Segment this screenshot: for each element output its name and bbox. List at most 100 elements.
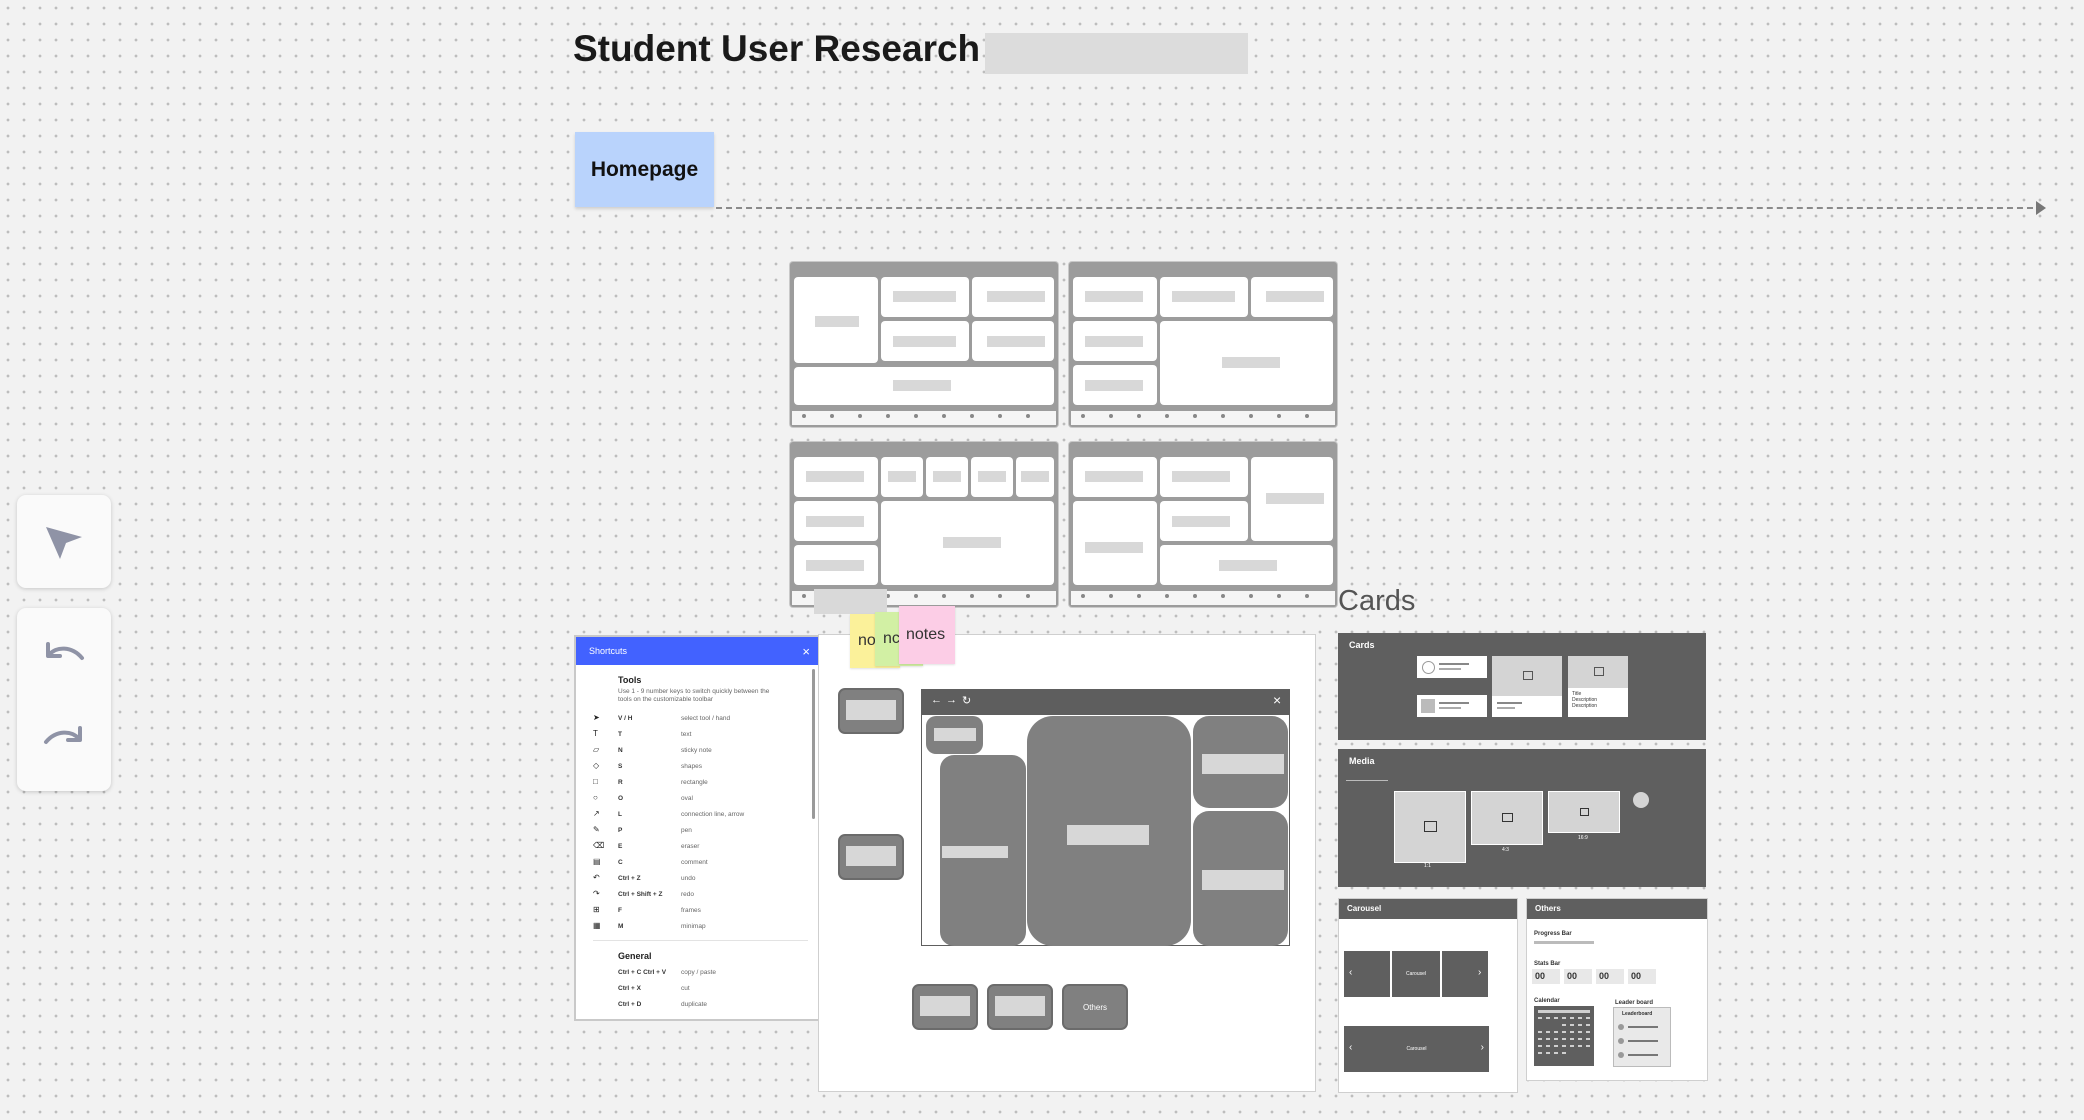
- carousel-panel-title: Carousel: [1339, 899, 1517, 919]
- card-horizontal[interactable]: [1417, 695, 1487, 717]
- forward-icon[interactable]: →: [946, 694, 957, 706]
- stats-value: 00: [1532, 969, 1560, 984]
- wireframe-button[interactable]: [912, 984, 978, 1030]
- shortcut-keys: F: [618, 906, 622, 914]
- shortcut-keys: M: [618, 922, 624, 930]
- shortcut-description: pen: [681, 826, 692, 834]
- tools-description: Use 1 - 9 number keys to switch quickly …: [618, 688, 770, 703]
- shortcut-row: ➤ V / H select tool / hand: [593, 710, 818, 726]
- homepage-frame-label[interactable]: Homepage: [575, 132, 714, 207]
- others-button[interactable]: Others: [1062, 984, 1128, 1030]
- undo-icon[interactable]: [17, 636, 111, 680]
- shortcut-description: sticky note: [681, 746, 712, 754]
- wireframe-block[interactable]: [1027, 716, 1191, 946]
- scrollbar[interactable]: [812, 669, 815, 819]
- shortcut-row: Ctrl + D duplicate: [593, 996, 818, 1012]
- shortcut-row: ⌫ Eeraser: [593, 838, 818, 854]
- chevron-right-icon[interactable]: ›: [1481, 1042, 1484, 1053]
- stats-bar: 00 00 00 00: [1532, 969, 1662, 985]
- shortcut-row: Ctrl + C Ctrl + V copy / paste: [593, 964, 818, 980]
- shortcut-description: oval: [681, 794, 693, 802]
- chevron-left-icon[interactable]: ‹: [1349, 1042, 1352, 1053]
- media-image-16-9[interactable]: [1548, 791, 1620, 833]
- cards-panel-title: Cards: [1349, 640, 1375, 650]
- shortcut-description: redo: [681, 890, 695, 898]
- wireframe-button[interactable]: [987, 984, 1053, 1030]
- progress-bar: [1534, 941, 1594, 944]
- shortcut-tool-icon: ↷: [593, 889, 600, 898]
- select-arrow-icon[interactable]: [17, 515, 111, 567]
- carousel-slide[interactable]: Carousel: [1392, 951, 1440, 997]
- shortcut-keys: Ctrl + Shift + Z: [618, 890, 663, 898]
- shortcut-description: shapes: [681, 762, 702, 770]
- wireframe-button[interactable]: [838, 688, 904, 734]
- media-ratio-label: 1:1: [1424, 863, 1431, 869]
- shortcut-keys: Ctrl + D: [618, 1000, 642, 1008]
- wireframe-block[interactable]: [1193, 716, 1288, 808]
- shortcut-description: minimap: [681, 922, 706, 930]
- shortcut-row: T Ttext: [593, 726, 818, 742]
- shortcut-description: text: [681, 730, 692, 738]
- wireframe-thumbnail[interactable]: [1069, 442, 1337, 607]
- cards-caption[interactable]: Cards: [1338, 585, 1415, 618]
- shortcut-keys: V / H: [618, 714, 633, 722]
- back-icon[interactable]: ←: [931, 694, 942, 706]
- shortcut-tool-icon: ↗: [593, 809, 600, 818]
- board-title[interactable]: Student User Research: [573, 28, 980, 70]
- leaderboard-widget[interactable]: Leaderboard: [1613, 1007, 1671, 1067]
- shortcut-tool-icon: T: [593, 729, 598, 738]
- card-horizontal[interactable]: [1417, 656, 1487, 678]
- wireframe-thumbnail[interactable]: [790, 262, 1058, 427]
- close-icon[interactable]: ×: [1273, 692, 1281, 708]
- wireframe-block[interactable]: [940, 755, 1026, 946]
- carousel-prev-button[interactable]: ‹: [1344, 951, 1390, 997]
- others-panel-title: Others: [1527, 899, 1707, 919]
- shortcut-row: ▱ Nsticky note: [593, 742, 818, 758]
- media-image-4-3[interactable]: [1471, 791, 1543, 845]
- leaderboard-label: Leader board: [1615, 1000, 1654, 1006]
- redo-icon[interactable]: [17, 720, 111, 764]
- history-panel: [17, 608, 111, 791]
- shortcut-tool-icon: ○: [593, 793, 598, 802]
- shortcut-keys: C: [618, 858, 623, 866]
- wireframe-button[interactable]: [838, 834, 904, 880]
- wireframe-block[interactable]: [926, 716, 983, 754]
- carousel-banner-label: Carousel: [1406, 1046, 1427, 1052]
- stats-value: 00: [1596, 969, 1624, 984]
- carousel-banner[interactable]: ‹ Carousel ›: [1344, 1026, 1489, 1072]
- media-component-panel[interactable]: Media 1:1 4:3 16:9: [1338, 749, 1706, 887]
- carousel-component-panel[interactable]: Carousel ‹ Carousel › ‹ Carousel ›: [1338, 898, 1518, 1093]
- shortcut-description: connection line, arrow: [681, 810, 745, 818]
- card-vertical[interactable]: Title Description Description: [1568, 656, 1628, 717]
- wireframe-thumbnail[interactable]: [790, 442, 1058, 607]
- shortcut-tool-icon: ▱: [593, 745, 600, 754]
- others-component-panel[interactable]: Others Progress Bar Stats Bar 00 00 00 0…: [1526, 898, 1708, 1081]
- shortcut-keys: L: [618, 810, 622, 818]
- shortcut-row: ▦ Mminimap: [593, 918, 818, 934]
- shortcut-row: ◇ Sshapes: [593, 758, 818, 774]
- carousel-slide-label: Carousel: [1405, 971, 1426, 977]
- close-icon[interactable]: ×: [802, 644, 810, 659]
- wireframe-block[interactable]: [1193, 811, 1288, 946]
- shortcut-tool-icon: ▦: [593, 921, 601, 930]
- shortcut-description: copy / paste: [681, 968, 717, 976]
- shortcut-description: select tool / hand: [681, 714, 731, 722]
- sticky-note[interactable]: notes: [899, 606, 955, 664]
- shortcut-keys: P: [618, 826, 623, 834]
- shortcut-keys: O: [618, 794, 624, 802]
- avatar[interactable]: [1633, 792, 1649, 808]
- media-image-1-1[interactable]: [1394, 791, 1466, 863]
- dashed-connector-line[interactable]: [716, 207, 2043, 209]
- shortcut-row: Ctrl + X cut: [593, 980, 818, 996]
- shortcut-description: comment: [681, 858, 708, 866]
- carousel-next-button[interactable]: ›: [1442, 951, 1488, 997]
- shortcut-keys: R: [618, 778, 623, 786]
- redacted-block: [985, 33, 1248, 74]
- calendar-widget[interactable]: [1534, 1006, 1594, 1066]
- shortcut-tool-icon: □: [593, 777, 598, 786]
- refresh-icon[interactable]: ↻: [962, 694, 971, 707]
- cards-component-panel[interactable]: Cards Title Description Description: [1338, 633, 1706, 740]
- shortcut-keys: Ctrl + X: [618, 984, 641, 992]
- card-vertical[interactable]: [1492, 656, 1562, 717]
- wireframe-thumbnail[interactable]: [1069, 262, 1337, 427]
